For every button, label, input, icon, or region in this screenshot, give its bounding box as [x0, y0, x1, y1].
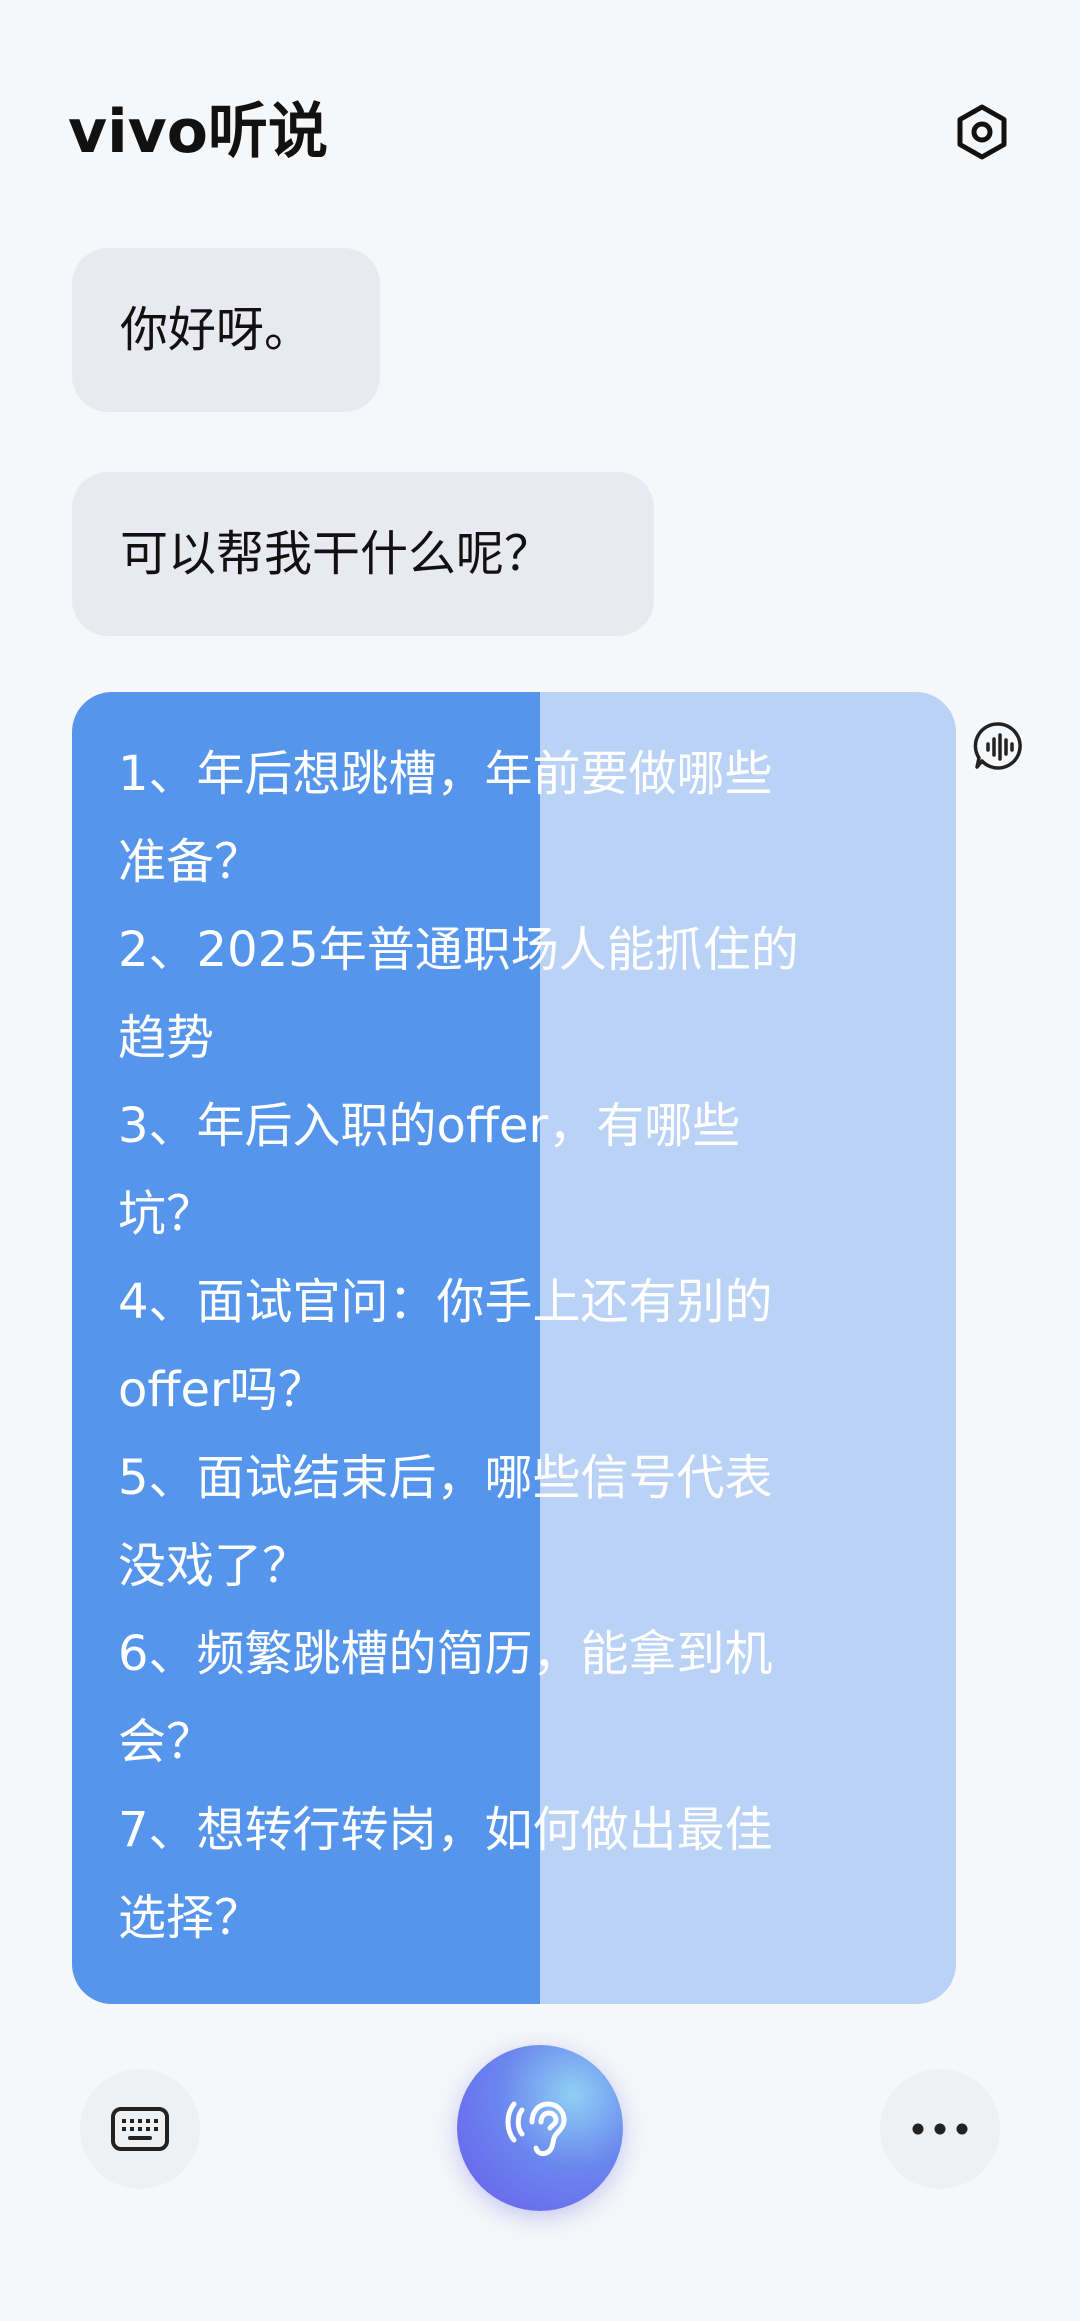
reply-line: offer吗？: [118, 1362, 326, 1418]
app-title: vivo听说: [68, 97, 329, 167]
reply-line: 1、年后想跳槽，年前要做哪些: [118, 746, 773, 802]
reply-line: 准备？: [118, 834, 263, 890]
listen-button[interactable]: [457, 2045, 623, 2211]
keyboard-icon: [111, 2107, 169, 2151]
vivo-listen-screen: vivo听说 你好呀。 可以帮我干什么呢？ 1、年后想跳槽，年前要做哪些 准备？…: [0, 0, 1080, 2321]
user-message-2-text: 可以帮我干什么呢？: [120, 526, 553, 582]
reply-line: 6、频繁跳槽的简历，能拿到机: [118, 1626, 773, 1682]
keyboard-button[interactable]: [80, 2069, 200, 2189]
user-message-2: 可以帮我干什么呢？: [72, 472, 654, 636]
reply-line: 3、年后入职的offer，有哪些: [118, 1098, 741, 1154]
assistant-reply-text: 1、年后想跳槽，年前要做哪些 准备？ 2、2025年普通职场人能抓住的 趋势 3…: [118, 730, 938, 1962]
header: vivo听说: [0, 0, 1080, 230]
more-dots-icon: [912, 2123, 968, 2135]
reply-line: 4、面试官问：你手上还有别的: [118, 1274, 773, 1330]
voice-wave-bubble-icon: [973, 722, 1022, 770]
reply-line: 5、面试结束后，哪些信号代表: [118, 1450, 773, 1506]
reply-line: 2、2025年普通职场人能抓住的: [118, 922, 799, 978]
reply-line: 没戏了？: [118, 1538, 311, 1594]
reply-line: 坑？: [118, 1186, 215, 1242]
reply-line: 会？: [118, 1714, 215, 1770]
assistant-reply-bubble[interactable]: 1、年后想跳槽，年前要做哪些 准备？ 2、2025年普通职场人能抓住的 趋势 3…: [72, 692, 956, 2004]
bottom-bar: [0, 2040, 1080, 2240]
more-button[interactable]: [880, 2069, 1000, 2189]
play-voice-button[interactable]: [970, 718, 1026, 774]
settings-button[interactable]: [950, 100, 1014, 164]
settings-hexagon-icon: [957, 104, 1007, 160]
reply-line: 7、想转行转岗，如何做出最佳: [118, 1802, 773, 1858]
reply-line: 选择？: [118, 1890, 263, 1946]
user-message-1: 你好呀。: [72, 248, 380, 412]
ear-listen-icon: [505, 2101, 567, 2157]
user-message-1-text: 你好呀。: [120, 302, 313, 358]
reply-line: 趋势: [118, 1010, 215, 1066]
